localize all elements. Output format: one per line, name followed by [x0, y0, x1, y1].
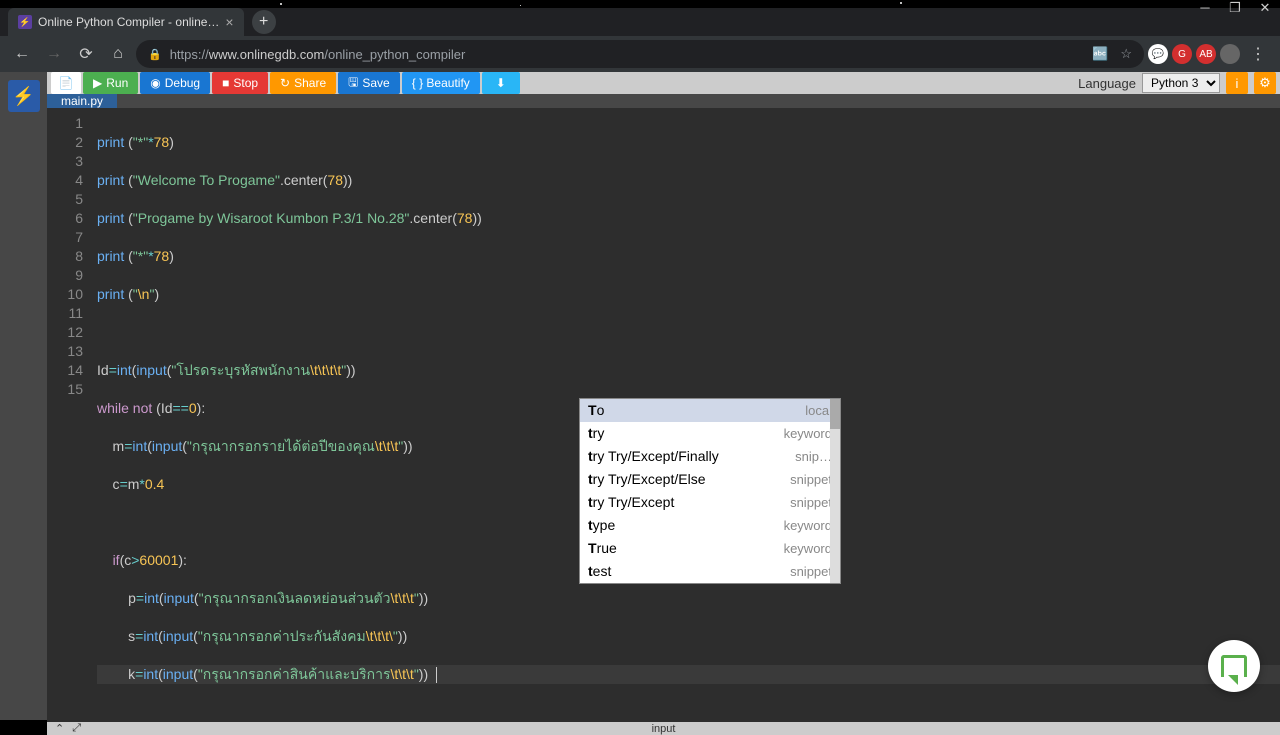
autocomplete-item[interactable]: try Try/Except/Finallysnip…: [580, 445, 840, 468]
debug-button[interactable]: ◉ Debug: [140, 72, 210, 94]
beautify-button[interactable]: { } Beautify: [402, 72, 480, 94]
browser-tab[interactable]: ⚡ Online Python Compiler - online… ×: [8, 8, 244, 36]
autocomplete-scrollbar[interactable]: [830, 399, 840, 583]
nav-bar: ← → ⟳ ⌂ 🔒 https://www.onlinegdb.com/onli…: [0, 36, 1280, 72]
ide-main: 📄 ▶ Run ◉ Debug ■ Stop ↻ Share 🖫 Save { …: [47, 72, 1280, 720]
home-button[interactable]: ⌂: [104, 40, 132, 68]
autocomplete-item[interactable]: Truekeyword: [580, 537, 840, 560]
text-cursor: [436, 667, 437, 683]
site-logo-icon[interactable]: ⚡: [8, 80, 40, 112]
download-button[interactable]: ⬇: [482, 72, 520, 94]
minimize-button[interactable]: ─: [1190, 0, 1220, 20]
site-sidebar: ⚡: [0, 72, 47, 720]
close-button[interactable]: ✕: [1250, 0, 1280, 20]
autocomplete-popup[interactable]: Tolocaltrykeywordtry Try/Except/Finallys…: [579, 398, 841, 584]
tab-title: Online Python Compiler - online…: [38, 15, 219, 29]
save-button[interactable]: 🖫 Save: [338, 72, 400, 94]
extension-icon[interactable]: G: [1172, 44, 1192, 64]
profile-avatar[interactable]: [1220, 44, 1240, 64]
line-gutter: 123 456 789 101112 131415: [47, 108, 91, 722]
menu-button[interactable]: ⋮: [1244, 40, 1272, 68]
translate-icon[interactable]: 🔤: [1092, 46, 1108, 62]
bookmark-icon[interactable]: ☆: [1120, 46, 1132, 62]
back-button[interactable]: ←: [8, 40, 36, 68]
tab-close-icon[interactable]: ×: [225, 14, 233, 30]
bottom-panel-header[interactable]: ⌃ ⤢ input: [47, 722, 1280, 735]
autocomplete-item[interactable]: typekeyword: [580, 514, 840, 537]
browser-window: ⚡ Online Python Compiler - online… × + ←…: [0, 8, 1280, 720]
page-content: ⚡ 📄 ▶ Run ◉ Debug ■ Stop ↻ Share 🖫 Save …: [0, 72, 1280, 720]
window-controls: ─ ❐ ✕: [1190, 0, 1280, 20]
file-tab[interactable]: main.py: [47, 94, 117, 108]
tab-bar: ⚡ Online Python Compiler - online… × +: [0, 8, 1280, 36]
settings-button[interactable]: ⚙: [1254, 72, 1276, 94]
address-bar[interactable]: 🔒 https://www.onlinegdb.com/online_pytho…: [136, 40, 1144, 68]
language-select[interactable]: Python 3: [1142, 73, 1220, 93]
code-editor[interactable]: 123 456 789 101112 131415 print ("*"*78)…: [47, 108, 1280, 722]
file-tabs: main.py: [47, 94, 1280, 108]
reload-button[interactable]: ⟳: [72, 40, 100, 68]
adblock-icon[interactable]: AB: [1196, 44, 1216, 64]
lock-icon: 🔒: [148, 48, 162, 61]
bottom-tab-input[interactable]: input: [652, 723, 676, 735]
autocomplete-item[interactable]: trykeyword: [580, 422, 840, 445]
ide-toolbar: 📄 ▶ Run ◉ Debug ■ Stop ↻ Share 🖫 Save { …: [47, 72, 1280, 94]
autocomplete-item[interactable]: try Try/Except/Elsesnippet: [580, 468, 840, 491]
chat-icon: [1221, 655, 1247, 677]
url-text: https://www.onlinegdb.com/online_python_…: [170, 47, 1084, 62]
share-button[interactable]: ↻ Share: [270, 72, 336, 94]
new-file-button[interactable]: 📄: [51, 72, 81, 94]
autocomplete-item[interactable]: testsnippet: [580, 560, 840, 583]
chat-fab-button[interactable]: [1208, 640, 1260, 692]
autocomplete-item[interactable]: try Try/Exceptsnippet: [580, 491, 840, 514]
stop-button[interactable]: ■ Stop: [212, 72, 268, 94]
tab-favicon-icon: ⚡: [18, 15, 32, 29]
info-button[interactable]: i: [1226, 72, 1248, 94]
maximize-button[interactable]: ❐: [1220, 0, 1250, 20]
extension-icon[interactable]: 💬: [1148, 44, 1168, 64]
language-label: Language: [1078, 76, 1136, 91]
run-button[interactable]: ▶ Run: [83, 72, 138, 94]
autocomplete-item[interactable]: Tolocal: [580, 399, 840, 422]
new-tab-button[interactable]: +: [252, 10, 276, 34]
chevron-up-icon[interactable]: ⌃: [55, 722, 64, 735]
expand-icon[interactable]: ⤢: [72, 722, 81, 735]
forward-button[interactable]: →: [40, 40, 68, 68]
